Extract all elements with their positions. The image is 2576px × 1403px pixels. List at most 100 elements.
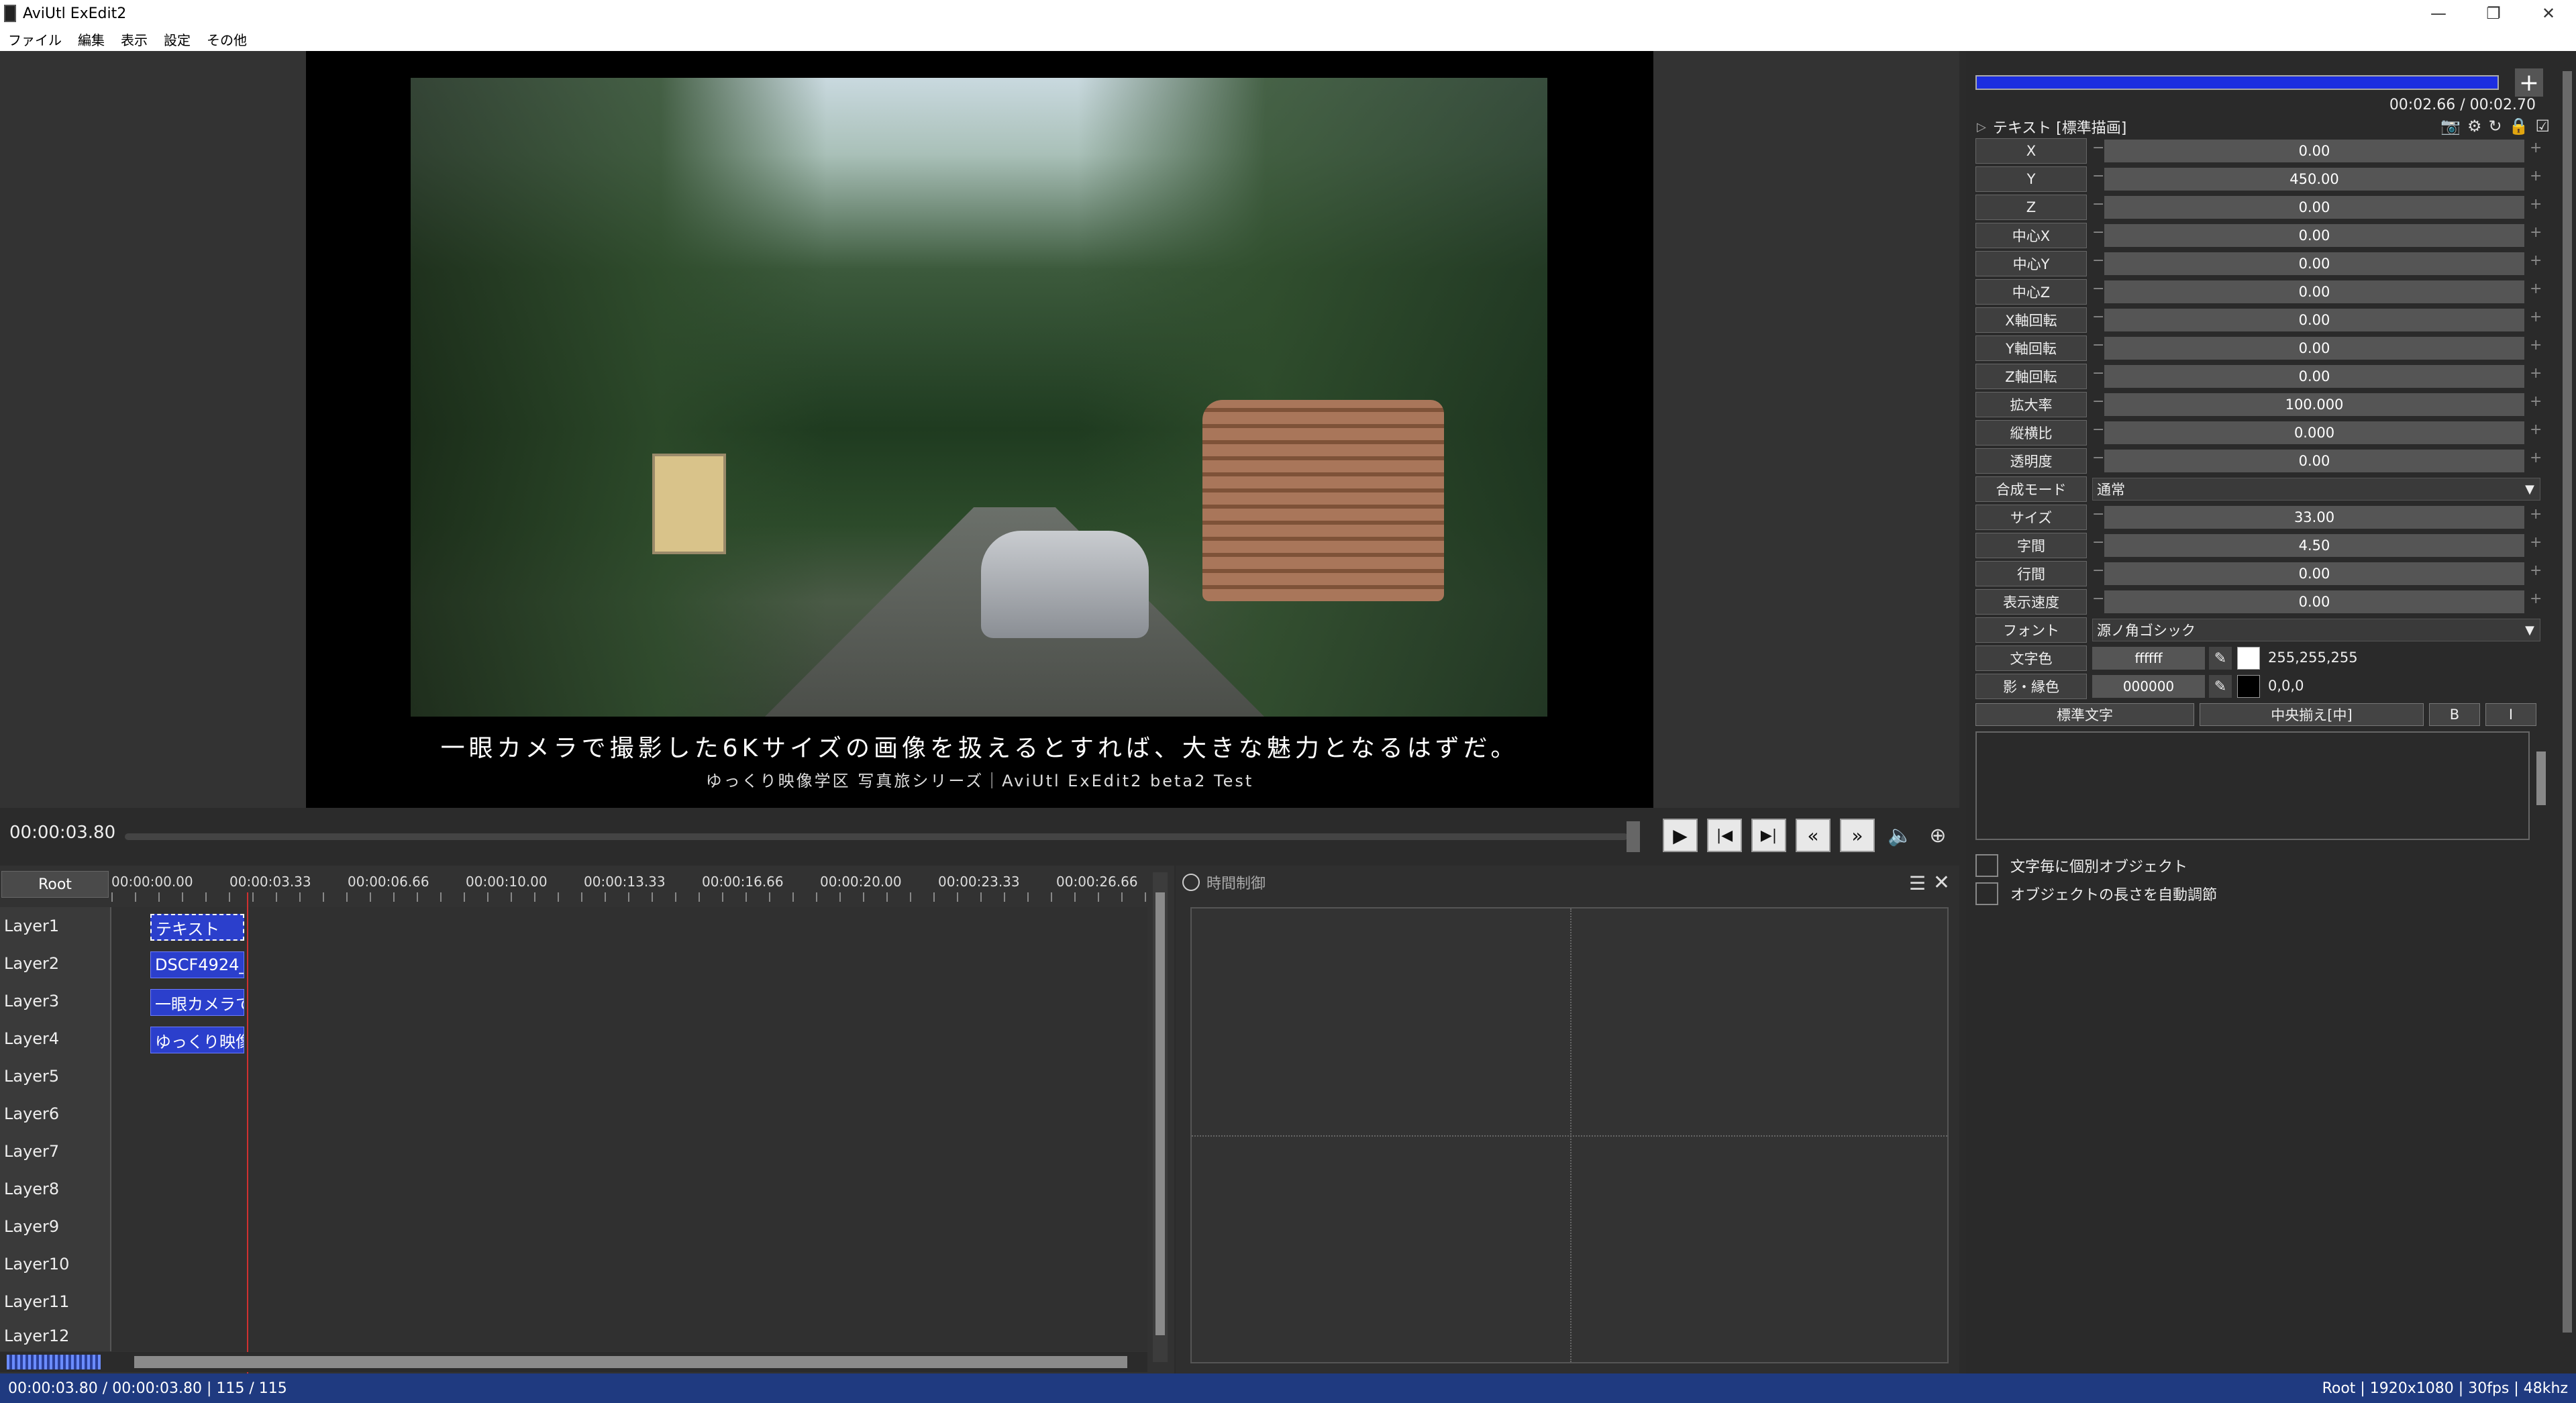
add-filter-button[interactable]: +: [2515, 68, 2543, 97]
increment-button[interactable]: +: [2530, 140, 2546, 162]
decrement-button[interactable]: −: [2092, 365, 2104, 388]
param-slider-display-speed[interactable]: 0.00: [2104, 590, 2524, 613]
param-slider-aspect[interactable]: 0.000: [2104, 421, 2524, 444]
param-label-scale[interactable]: 拡大率: [1975, 392, 2087, 417]
auto-length-checkbox[interactable]: オブジェクトの長さを自動調節: [1975, 882, 2553, 906]
eyedropper-icon[interactable]: ✎: [2209, 647, 2232, 670]
layer-label-5[interactable]: Layer5: [0, 1057, 111, 1095]
decrement-button[interactable]: −: [2092, 337, 2104, 360]
blend-mode-select[interactable]: 通常 ▼: [2092, 478, 2540, 501]
increment-button[interactable]: +: [2530, 450, 2546, 472]
param-slider-rotate-x[interactable]: 0.00: [2104, 309, 2524, 331]
align-select[interactable]: 中央揃え[中]: [2200, 703, 2424, 726]
param-label-size[interactable]: サイズ: [1975, 505, 2087, 530]
increment-button[interactable]: +: [2530, 196, 2546, 219]
menu-other[interactable]: その他: [199, 30, 255, 49]
layer-label-12[interactable]: Layer12: [0, 1320, 111, 1351]
param-label-center-z[interactable]: 中心Z: [1975, 279, 2087, 305]
decrement-button[interactable]: −: [2092, 421, 2104, 444]
param-slider-y[interactable]: 450.00: [2104, 168, 2524, 191]
text-style-select[interactable]: 標準文字: [1975, 703, 2194, 726]
bold-button[interactable]: B: [2429, 703, 2480, 726]
prev-frame-button[interactable]: |◀: [1707, 819, 1742, 852]
per-char-object-checkbox[interactable]: 文字毎に個別オブジェクト: [1975, 853, 2553, 878]
param-slider-z[interactable]: 0.00: [2104, 196, 2524, 219]
param-label-spacing[interactable]: 字間: [1975, 533, 2087, 558]
param-slider-center-z[interactable]: 0.00: [2104, 280, 2524, 303]
time-control-graph[interactable]: [1190, 907, 1949, 1363]
param-slider-rotate-y[interactable]: 0.00: [2104, 337, 2524, 360]
param-slider-line-spacing[interactable]: 0.00: [2104, 562, 2524, 585]
decrement-button[interactable]: −: [2092, 590, 2104, 613]
gear-icon[interactable]: ⚙: [2467, 117, 2482, 136]
root-button[interactable]: Root: [1, 871, 109, 898]
layer-track-5[interactable]: [111, 1057, 1147, 1095]
decrement-button[interactable]: −: [2092, 224, 2104, 247]
refresh-icon[interactable]: ↻: [2488, 117, 2502, 136]
text-color-swatch[interactable]: [2237, 647, 2260, 670]
list-menu-icon[interactable]: ☰: [1909, 872, 1926, 894]
layer-track-9[interactable]: [111, 1208, 1147, 1245]
layer-label-1[interactable]: Layer1: [0, 907, 111, 945]
increment-button[interactable]: +: [2530, 590, 2546, 613]
increment-button[interactable]: +: [2530, 252, 2546, 275]
jump-forward-button[interactable]: »: [1840, 819, 1875, 852]
param-label-center-x[interactable]: 中心X: [1975, 223, 2087, 248]
clip-subtitle-sub[interactable]: ゆっくり映像: [150, 1027, 244, 1053]
layer-track-1[interactable]: テキスト: [111, 907, 1147, 945]
decrement-button[interactable]: −: [2092, 309, 2104, 331]
layer-track-7[interactable]: [111, 1133, 1147, 1170]
param-label-rotate-z[interactable]: Z軸回転: [1975, 364, 2087, 389]
camera-icon[interactable]: 📷: [2440, 117, 2461, 136]
expand-triangle-icon[interactable]: ▷: [1977, 120, 1986, 134]
layer-label-6[interactable]: Layer6: [0, 1095, 111, 1133]
layer-track-12[interactable]: [111, 1320, 1147, 1351]
play-button[interactable]: ▶: [1663, 819, 1698, 852]
increment-button[interactable]: +: [2530, 393, 2546, 416]
param-slider-center-y[interactable]: 0.00: [2104, 252, 2524, 275]
shadow-color-swatch[interactable]: [2237, 675, 2260, 698]
layer-track-2[interactable]: DSCF4924_: [111, 945, 1147, 982]
increment-button[interactable]: +: [2530, 506, 2546, 529]
param-label-display-speed[interactable]: 表示速度: [1975, 589, 2087, 615]
param-label-opacity[interactable]: 透明度: [1975, 448, 2087, 474]
menu-edit[interactable]: 編集: [70, 30, 113, 49]
close-button[interactable]: ✕: [2521, 0, 2576, 27]
layer-label-11[interactable]: Layer11: [0, 1283, 111, 1320]
increment-button[interactable]: +: [2530, 562, 2546, 585]
jump-back-button[interactable]: «: [1796, 819, 1831, 852]
layer-track-3[interactable]: 一眼カメラで: [111, 982, 1147, 1020]
increment-button[interactable]: +: [2530, 534, 2546, 557]
param-slider-rotate-z[interactable]: 0.00: [2104, 365, 2524, 388]
eyedropper-icon[interactable]: ✎: [2209, 675, 2232, 698]
preview-canvas[interactable]: 一眼カメラで撮影した6Kサイズの画像を扱えるとすれば、大きな魅力となるはずだ。 …: [306, 51, 1653, 808]
decrement-button[interactable]: −: [2092, 562, 2104, 585]
layer-label-7[interactable]: Layer7: [0, 1133, 111, 1170]
layer-label-2[interactable]: Layer2: [0, 945, 111, 982]
layer-track-11[interactable]: [111, 1283, 1147, 1320]
increment-button[interactable]: +: [2530, 309, 2546, 331]
layer-track-4[interactable]: ゆっくり映像: [111, 1020, 1147, 1057]
checkbox-box[interactable]: [1975, 882, 1998, 905]
param-label-rotate-y[interactable]: Y軸回転: [1975, 335, 2087, 361]
lock-icon[interactable]: 🔒: [2509, 117, 2529, 136]
checkbox-box[interactable]: [1975, 854, 1998, 877]
decrement-button[interactable]: −: [2092, 506, 2104, 529]
layer-label-3[interactable]: Layer3: [0, 982, 111, 1020]
param-slider-scale[interactable]: 100.000: [2104, 393, 2524, 416]
timeline-ruler[interactable]: 00:00:00.00 00:00:03.33 00:00:06.66 00:0…: [111, 866, 1147, 906]
clip-image[interactable]: DSCF4924_: [150, 951, 244, 978]
layer-label-9[interactable]: Layer9: [0, 1208, 111, 1245]
menu-view[interactable]: 表示: [113, 30, 156, 49]
param-label-z[interactable]: Z: [1975, 195, 2087, 220]
decrement-button[interactable]: −: [2092, 280, 2104, 303]
enable-checkbox[interactable]: ☑: [2535, 117, 2550, 136]
next-frame-button[interactable]: ▶|: [1751, 819, 1786, 852]
volume-icon[interactable]: 🔈: [1886, 820, 1915, 851]
decrement-button[interactable]: −: [2092, 140, 2104, 162]
timeline-hscrollbar[interactable]: [134, 1356, 1127, 1368]
layer-label-10[interactable]: Layer10: [0, 1245, 111, 1283]
text-content-scroll-thumb[interactable]: [2536, 751, 2546, 805]
layer-label-8[interactable]: Layer8: [0, 1170, 111, 1208]
param-slider-x[interactable]: 0.00: [2104, 140, 2524, 162]
